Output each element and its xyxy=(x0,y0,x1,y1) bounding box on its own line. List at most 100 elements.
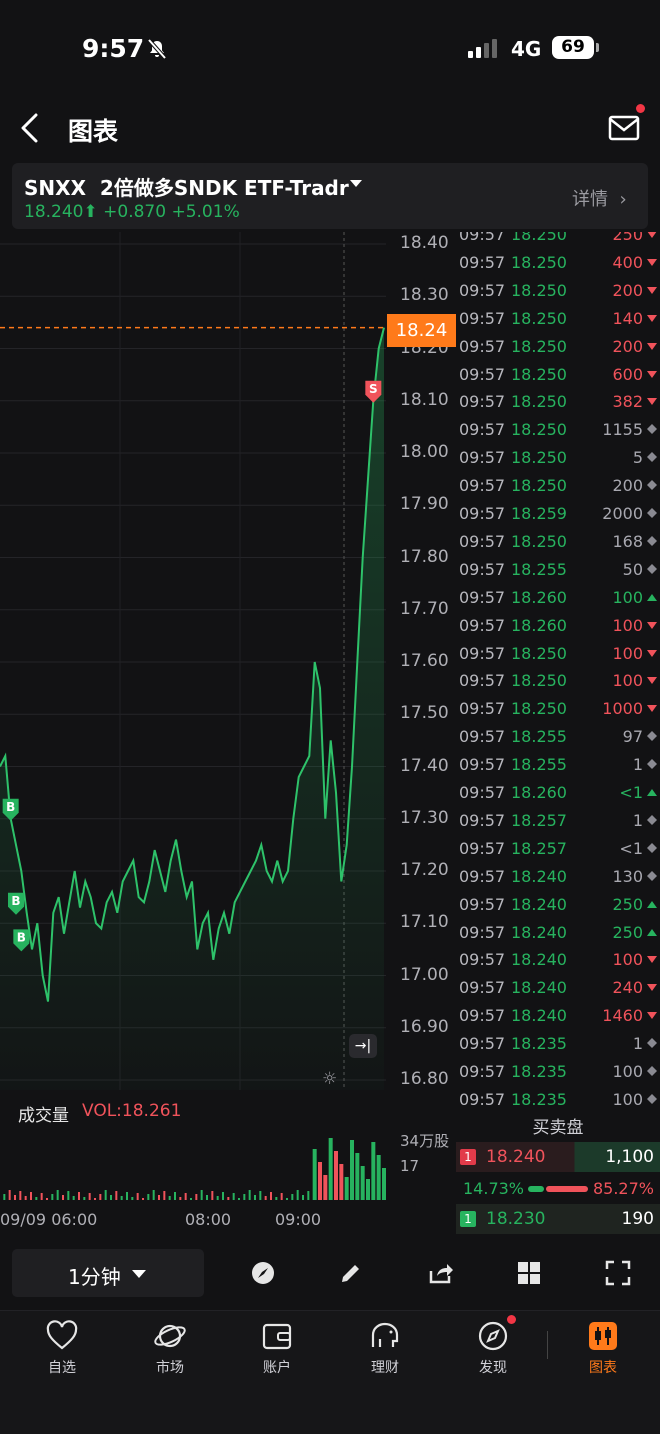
volume-bar xyxy=(104,1190,107,1200)
detail-label: 详情 xyxy=(572,189,608,210)
tab-label: 市场 xyxy=(156,1360,184,1376)
volume-bar xyxy=(344,1177,349,1200)
fullscreen-icon[interactable] xyxy=(604,1259,632,1287)
trade-list[interactable]: 09:57 18.250 250 09:57 18.250 400 09:57 18.250 2… xyxy=(456,232,660,1108)
brightness-icon[interactable]: ☼ xyxy=(322,1069,337,1089)
tab-wealth[interactable]: 理财 xyxy=(345,1319,425,1383)
tick-down-icon xyxy=(647,621,657,629)
trade-volume: 400 xyxy=(612,252,643,272)
draw-pencil-icon[interactable] xyxy=(337,1259,365,1287)
trade-volume: 250 xyxy=(612,922,643,942)
bell-muted-icon xyxy=(147,38,167,60)
trade-time: 09:57 xyxy=(459,755,506,775)
y-tick-label: 18.40 xyxy=(400,233,449,253)
dropdown-caret-icon xyxy=(132,1270,146,1278)
trade-price: 18.250 xyxy=(511,336,567,356)
trade-row: 09:57 18.250 200 xyxy=(456,476,660,504)
tab-account[interactable]: 账户 xyxy=(237,1319,317,1383)
bid-price: 18.230 xyxy=(486,1209,546,1229)
volume-bar xyxy=(152,1190,155,1200)
tab-market[interactable]: 市场 xyxy=(130,1319,210,1383)
volume-value: VOL:18.261 xyxy=(82,1101,182,1121)
volume-bar xyxy=(222,1192,224,1200)
y-tick-label: 17.20 xyxy=(400,860,449,880)
x-tick-label: 08:00 xyxy=(185,1210,232,1229)
tick-neutral-icon xyxy=(647,452,657,463)
indicator-icon[interactable] xyxy=(249,1259,277,1287)
volume-bar xyxy=(312,1149,317,1200)
volume-bar xyxy=(19,1191,22,1200)
volume-bar xyxy=(30,1192,32,1200)
trade-row: 09:57 18.250 1155 xyxy=(456,420,660,448)
tab-watchlist[interactable]: 自选 xyxy=(22,1319,102,1383)
x-tick-label: 09:00 xyxy=(275,1210,322,1229)
tick-neutral-icon xyxy=(647,508,657,518)
trade-volume: 240 xyxy=(612,978,643,998)
volume-bar xyxy=(51,1194,54,1200)
trade-price: 18.260 xyxy=(511,587,567,607)
volume-bar xyxy=(46,1198,48,1200)
trade-price: 18.250 xyxy=(511,364,567,384)
tick-up-icon xyxy=(647,900,657,908)
interval-selector[interactable]: 1分钟 xyxy=(12,1249,204,1297)
trade-price: 18.260 xyxy=(511,783,567,802)
trade-volume: 100 xyxy=(612,643,643,663)
trade-time: 09:57 xyxy=(459,643,506,663)
dropdown-caret-icon[interactable] xyxy=(350,180,362,187)
trade-volume: 1 xyxy=(632,1034,643,1054)
trade-row: 09:57 18.257 <1 xyxy=(456,839,660,867)
volume-bar xyxy=(339,1164,344,1200)
trade-price: 18.260 xyxy=(511,615,567,635)
trade-row: 09:57 18.250 400 xyxy=(456,253,660,281)
stock-selector[interactable]: SNXX 2倍做多SNDK ETF-Tradr 18.240⬆ +0.870 +… xyxy=(12,163,648,229)
trade-row: 09:57 18.250 382 xyxy=(456,392,660,420)
y-tick-label: 17.00 xyxy=(400,964,449,985)
share-icon[interactable] xyxy=(427,1259,455,1287)
layout-grid-icon[interactable] xyxy=(515,1259,543,1287)
tick-down-icon xyxy=(647,677,657,685)
trade-volume: 130 xyxy=(612,866,643,886)
trade-row: 09:57 18.259 2000 xyxy=(456,504,660,532)
trade-volume: 100 xyxy=(612,950,643,970)
planet-icon xyxy=(154,1324,186,1348)
tick-neutral-icon xyxy=(647,563,657,574)
status-time: 9:57 xyxy=(82,34,145,63)
tab-chart[interactable]: 图表 xyxy=(563,1319,643,1383)
trade-time: 09:57 xyxy=(459,420,506,440)
trade-time: 09:57 xyxy=(459,559,506,579)
trade-volume: 1460 xyxy=(602,1006,643,1026)
tab-label: 账户 xyxy=(263,1360,291,1376)
tick-down-icon xyxy=(647,705,657,713)
trade-time: 09:57 xyxy=(459,671,506,691)
tick-down-icon xyxy=(647,984,657,992)
network-type: 4G xyxy=(511,37,542,61)
trade-price: 18.240 xyxy=(511,866,567,886)
tab-discover[interactable]: 发现 xyxy=(453,1319,533,1383)
trade-time: 09:57 xyxy=(459,783,506,802)
trade-row: 09:57 18.240 1460 xyxy=(456,1006,660,1034)
trade-volume: 250 xyxy=(612,232,643,244)
y-tick-label: 16.80 xyxy=(400,1069,449,1089)
trade-time: 09:57 xyxy=(459,866,506,886)
trade-price: 18.235 xyxy=(511,1089,567,1108)
mail-icon[interactable] xyxy=(606,108,644,146)
volume-bar xyxy=(286,1198,288,1200)
trade-volume: 382 xyxy=(612,392,643,412)
volume-bar xyxy=(318,1162,322,1200)
trade-time: 09:57 xyxy=(459,448,506,468)
trade-row: 09:57 18.250 600 xyxy=(456,365,660,393)
volume-bar xyxy=(254,1195,256,1200)
trade-time: 09:57 xyxy=(459,810,506,830)
stock-quote: 18.240⬆ +0.870 +5.01% xyxy=(24,202,240,222)
detail-link[interactable]: 详情 › xyxy=(572,185,627,211)
trade-price: 18.250 xyxy=(511,476,567,496)
volume-bar xyxy=(56,1190,59,1200)
volume-bar xyxy=(120,1196,123,1200)
tick-down-icon xyxy=(647,1012,657,1020)
stock-price: 18.240 xyxy=(24,202,84,222)
trade-volume: 2000 xyxy=(602,504,643,523)
back-arrow-icon[interactable] xyxy=(14,108,48,148)
jump-latest-button[interactable]: →| xyxy=(349,1034,377,1058)
volume-bar xyxy=(238,1198,240,1200)
volume-bar xyxy=(382,1168,386,1200)
